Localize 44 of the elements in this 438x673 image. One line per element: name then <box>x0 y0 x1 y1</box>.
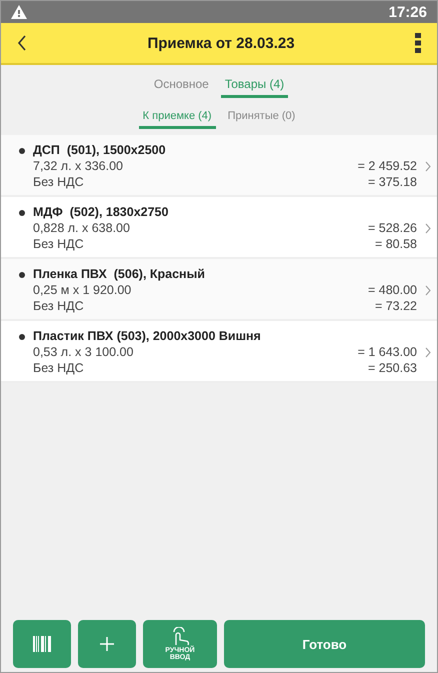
vat-sum: = 73.22 <box>374 299 417 313</box>
item-sum: = 480.00 <box>368 283 417 297</box>
chevron-icon <box>425 222 431 234</box>
item-name: Пластик ПВХ (503), 2000x3000 Вишня <box>33 329 262 343</box>
vat-label: Без НДС <box>33 299 85 313</box>
warning-icon <box>11 5 27 19</box>
bullet-icon <box>19 334 25 340</box>
tab[interactable]: Основное <box>150 75 213 98</box>
item-quantity: 0,828 л. х 638.00 <box>33 221 131 235</box>
subtab[interactable]: Принятые (0) <box>224 108 300 129</box>
done-button[interactable]: Готово <box>224 620 425 668</box>
item-quantity: 0,25 м х 1 920.00 <box>33 283 132 297</box>
item-sum: = 1 643.00 <box>358 345 417 359</box>
item-sum: = 2 459.52 <box>358 159 417 173</box>
barcode-icon <box>33 636 51 652</box>
bullet-icon <box>19 148 25 154</box>
item-row[interactable]: Пленка ПВХ (506), Красный 0,25 м х 1 920.00 = 480.00 Без НДС = 73.22 <box>1 259 437 321</box>
item-quantity: 0,53 л. х 3 100.00 <box>33 345 134 359</box>
chevron-icon <box>425 284 431 296</box>
page-title: Приемка от 28.03.23 <box>146 34 296 52</box>
chevron-icon <box>425 346 431 358</box>
item-row[interactable]: ДСП (501), 1500x2500 7,32 л. х 336.00 = 2 459.52 Без НДС = 375.18 <box>1 135 437 197</box>
chevron-icon <box>425 160 431 172</box>
item-sum: = 528.26 <box>368 221 417 235</box>
item-name: Пленка ПВХ (506), Красный <box>33 267 206 281</box>
item-quantity: 7,32 л. х 336.00 <box>33 159 124 173</box>
subtab[interactable]: К приемке (4) <box>138 108 216 129</box>
vat-label: Без НДС <box>33 237 85 251</box>
vat-label: Без НДС <box>33 361 85 375</box>
vat-sum: = 80.58 <box>374 237 417 251</box>
bullet-icon <box>19 272 25 278</box>
clock-time: 17:26 <box>388 4 427 20</box>
vat-label: Без НДС <box>33 175 85 189</box>
barcode-button[interactable] <box>13 620 71 668</box>
back-icon <box>17 35 27 51</box>
vat-sum: = 250.63 <box>366 361 417 375</box>
vat-sum: = 375.18 <box>366 175 417 189</box>
item-name: МДФ (502), 1830x2750 <box>33 205 170 219</box>
item-row[interactable]: Пластик ПВХ (503), 2000x3000 Вишня 0,53 л. х 3 100.00 = 1 643.00 Без НДС = 250.63 <box>1 321 437 383</box>
tab[interactable]: Товары (4) <box>220 75 288 98</box>
plus-icon <box>99 636 115 652</box>
bullet-icon <box>19 210 25 216</box>
item-name: ДСП (501), 1500x2500 <box>33 143 167 157</box>
item-row[interactable]: МДФ (502), 1830x2750 0,828 л. х 638.00 = 528.26 Без НДС = 80.58 <box>1 197 437 259</box>
